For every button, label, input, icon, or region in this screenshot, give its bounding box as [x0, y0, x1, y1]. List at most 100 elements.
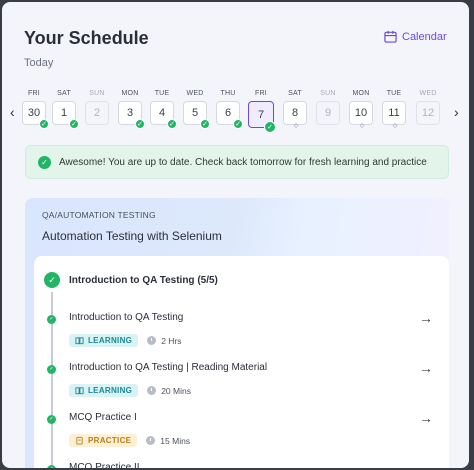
item-title: MCQ Practice II: [69, 462, 140, 468]
page-title: Your Schedule: [24, 28, 149, 48]
date-number: 10: [354, 107, 368, 119]
date-number: 6: [224, 107, 232, 119]
check-icon: ✓: [264, 121, 276, 133]
date-box[interactable]: 4 ✓: [150, 101, 177, 129]
date-number: 4: [158, 107, 166, 119]
item-title: Introduction to QA Testing: [69, 312, 184, 323]
date-box[interactable]: 7 ✓: [248, 101, 276, 133]
date-box[interactable]: 1 ✓: [52, 101, 79, 129]
weekday-label: THU: [220, 90, 236, 97]
check-icon: ✓: [47, 415, 56, 424]
date-mon-10[interactable]: MON 10 ◇: [349, 90, 373, 129]
weekday-label: WED: [419, 90, 437, 97]
weekday-label: SUN: [89, 90, 105, 97]
module-panel: ✓ Introduction to QA Testing (5/5) ✓ Intr…: [34, 256, 449, 468]
weekday-label: MON: [121, 90, 139, 97]
check-icon: ✓: [167, 119, 177, 129]
clock-icon: [147, 336, 157, 345]
arrow-right-icon[interactable]: →: [419, 360, 433, 376]
calendar-icon: [384, 30, 397, 43]
date-number: 5: [191, 107, 199, 119]
date-box[interactable]: 11 ◇: [382, 101, 406, 129]
module-title: Introduction to QA Testing (5/5): [69, 274, 218, 286]
date-mon-3[interactable]: MON 3 ✓: [118, 90, 145, 129]
lock-icon: ◇: [293, 123, 299, 129]
weekday-label: TUE: [154, 90, 170, 97]
duration: 15 Mins: [146, 436, 190, 446]
lock-icon: ◇: [359, 123, 365, 129]
date-wed-5[interactable]: WED 5 ✓: [183, 90, 210, 129]
weekday-label: WED: [186, 90, 204, 97]
arrow-right-icon[interactable]: →: [419, 460, 433, 468]
date-number: 9: [324, 107, 332, 119]
date-sun-9[interactable]: SUN 9: [316, 90, 340, 125]
clock-icon: [147, 386, 157, 395]
date-tue-4[interactable]: TUE 4 ✓: [150, 90, 177, 129]
calendar-button[interactable]: Calendar: [384, 30, 447, 43]
status-banner: ✓ Awesome! You are up to date. Check bac…: [25, 145, 449, 179]
check-icon: ✓: [69, 119, 79, 129]
weekday-label: SAT: [57, 90, 71, 97]
duration-text: 2 Hrs: [161, 335, 182, 346]
date-box[interactable]: 12: [416, 101, 440, 125]
date-sun-2[interactable]: SUN 2: [85, 90, 109, 125]
course-card: QA/AUTOMATION TESTING Automation Testing…: [25, 198, 449, 468]
check-icon: ✓: [47, 465, 56, 468]
date-box[interactable]: 3 ✓: [118, 101, 145, 129]
date-number: 8: [291, 107, 299, 119]
module-header[interactable]: ✓ Introduction to QA Testing (5/5): [44, 272, 218, 288]
date-fri-30[interactable]: FRI 30 ✓: [22, 90, 49, 129]
date-strip: ‹ › FRI 30 ✓ SAT 1 ✓ SUN 2 MON 3 ✓ TUE 4 ✓ WED 5 ✓ THU 6 ✓ F…: [2, 90, 469, 133]
check-icon: ✓: [47, 315, 56, 324]
book-icon: [75, 337, 84, 345]
today-label: Today: [24, 57, 54, 69]
item-title: MCQ Practice I: [69, 412, 137, 423]
date-wed-12[interactable]: WED 12: [416, 90, 440, 125]
date-number: 7: [257, 108, 265, 121]
weekday-label: SAT: [288, 90, 302, 97]
date-sat-1[interactable]: SAT 1 ✓: [52, 90, 79, 129]
duration: 20 Mins: [147, 386, 191, 396]
date-box[interactable]: 30 ✓: [22, 101, 49, 129]
check-icon: ✓: [200, 119, 210, 129]
date-sat-8[interactable]: SAT 8 ◇: [283, 90, 307, 129]
check-icon: ✓: [233, 119, 243, 129]
date-box[interactable]: 8 ◇: [283, 101, 307, 129]
date-box[interactable]: 2: [85, 101, 109, 125]
date-number: 1: [60, 107, 68, 119]
weekday-label: FRI: [255, 90, 267, 97]
calendar-label: Calendar: [402, 30, 447, 43]
duration-text: 20 Mins: [161, 385, 191, 396]
check-circle-icon: ✓: [38, 155, 51, 169]
date-tue-11[interactable]: TUE 11 ◇: [382, 90, 406, 129]
date-box[interactable]: 10 ◇: [349, 101, 373, 129]
schedule-panel: Your Schedule Today Calendar ‹ › FRI 30 ✓ S…: [2, 2, 469, 468]
lock-icon: ◇: [392, 123, 398, 129]
banner-text: Awesome! You are up to date. Check back …: [59, 156, 427, 168]
date-thu-6[interactable]: THU 6 ✓: [216, 90, 243, 129]
badge-label: LEARNING: [88, 336, 133, 345]
date-box[interactable]: 9: [316, 101, 340, 125]
clock-icon: [146, 436, 156, 445]
check-icon: ✓: [39, 119, 49, 129]
weekday-label: MON: [352, 90, 370, 97]
date-fri-7[interactable]: FRI 7 ✓: [248, 90, 276, 133]
check-icon: ✓: [135, 119, 145, 129]
clipboard-icon: [76, 436, 83, 445]
date-number: 3: [126, 107, 134, 119]
date-number: 30: [27, 107, 41, 119]
date-number: 12: [421, 107, 435, 119]
learning-badge: LEARNING: [69, 334, 139, 347]
chevron-left-icon[interactable]: ‹: [10, 104, 15, 120]
date-box[interactable]: 5 ✓: [183, 101, 210, 129]
item-meta: PRACTICE 15 Mins: [69, 434, 190, 447]
item-meta: LEARNING 2 Hrs: [69, 334, 182, 347]
chevron-right-icon[interactable]: ›: [454, 104, 459, 120]
date-box[interactable]: 6 ✓: [216, 101, 243, 129]
arrow-right-icon[interactable]: →: [419, 410, 433, 426]
learning-badge: LEARNING: [69, 384, 139, 397]
course-category: QA/AUTOMATION TESTING: [42, 210, 156, 220]
weekday-label: SUN: [320, 90, 336, 97]
weekday-label: FRI: [28, 90, 40, 97]
arrow-right-icon[interactable]: →: [419, 310, 433, 326]
